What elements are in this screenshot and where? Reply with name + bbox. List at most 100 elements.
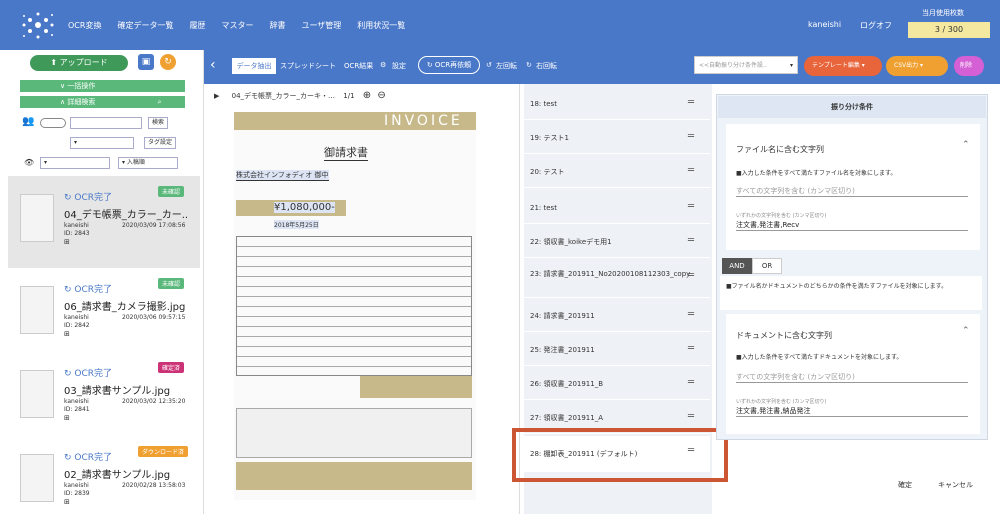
- document-rule-note: ■入力した条件をすべて満たすドキュメントを対象にします。: [736, 354, 903, 361]
- list-item[interactable]: 24: 請求書_201911: [524, 300, 710, 332]
- csv-export-label: CSV出力: [894, 62, 919, 69]
- drag-handle-icon[interactable]: ═: [688, 377, 694, 388]
- rule-panel-header: 振り分け条件: [718, 96, 986, 118]
- nav-history[interactable]: 履歴: [189, 20, 205, 31]
- nav-ocr-convert[interactable]: OCR変換: [68, 20, 101, 31]
- filter-toggle[interactable]: [40, 118, 66, 128]
- file-card[interactable]: ↻ OCR完了 未確認 04_デモ帳票_カラー_カー.. kaneishi 20…: [8, 176, 200, 268]
- drag-handle-icon[interactable]: ═: [688, 97, 694, 108]
- drag-handle-icon[interactable]: ═: [688, 131, 694, 142]
- andor-note: ■ファイル名かドキュメントのどちらかの条件を満たすファイルを対象にします。: [726, 283, 948, 290]
- doc-amount: ¥1,080,000-: [274, 202, 335, 213]
- drag-handle-icon[interactable]: ═: [688, 235, 694, 246]
- viewer-header: ▶ 04_デモ帳票_カラー_カーキ・… 1/1 ⊕ ⊖: [214, 88, 514, 104]
- logoff-link[interactable]: ログオフ: [860, 20, 892, 31]
- gear-icon[interactable]: ⚙: [380, 61, 386, 69]
- list-item[interactable]: 19: テスト1: [524, 122, 710, 154]
- nav-user-management[interactable]: ユーザ管理: [301, 20, 341, 31]
- detail-search-bar[interactable]: ∧ 詳細検索 ⌕: [20, 96, 185, 108]
- rule-select[interactable]: <<自動振り分け条件設.. ▾: [694, 56, 798, 74]
- zoom-out-icon[interactable]: ⊖: [377, 90, 385, 101]
- rotate-left-icon[interactable]: ↺: [486, 61, 492, 69]
- file-card[interactable]: ↻ OCR完了 未確認 06_請求書_カメラ撮影.jpg kaneishi 20…: [8, 268, 200, 360]
- logo-icon: [22, 12, 54, 39]
- nav-master[interactable]: マスター: [221, 20, 253, 31]
- play-icon[interactable]: ▶: [214, 92, 219, 100]
- ocr-retry-button[interactable]: ↻ OCR再依頼: [418, 56, 480, 74]
- cancel-button[interactable]: キャンセル: [938, 480, 973, 490]
- settings-label[interactable]: 設定: [392, 61, 406, 71]
- list-item[interactable]: 21: test: [524, 192, 710, 224]
- tab-spreadsheet[interactable]: スプレッドシート: [280, 61, 336, 71]
- file-date: 2020/03/09 17:08:56: [122, 222, 186, 229]
- drag-handle-icon[interactable]: ═: [688, 270, 694, 281]
- document-all-input[interactable]: すべての文字列を含む (カンマ区切り): [736, 372, 968, 383]
- filter-input[interactable]: [70, 117, 142, 129]
- or-toggle[interactable]: OR: [752, 258, 782, 274]
- ocr-status: ↻ OCR完了: [64, 193, 113, 203]
- nav-usage-list[interactable]: 利用状況一覧: [357, 20, 405, 31]
- sort-select[interactable]: ▾ 入稿順: [118, 157, 178, 169]
- tab-ocr-result[interactable]: OCR結果: [344, 61, 373, 71]
- refresh-icon[interactable]: ↻: [160, 54, 176, 70]
- template-edit-label: テンプレート編集: [812, 62, 860, 69]
- list-item[interactable]: 22: 領収書_koikeデモ用1: [524, 226, 710, 258]
- rotate-left-button[interactable]: 左回転: [496, 61, 517, 71]
- file-owner: kaneishi: [64, 222, 89, 229]
- document-any-input[interactable]: 注文書,発注書,納品発注: [736, 406, 968, 417]
- top-nav-bar: OCR変換 確定データ一覧 履歴 マスター 辞書 ユーザ管理 利用状況一覧 ka…: [0, 0, 1000, 50]
- detail-search-label: 詳細検索: [67, 98, 96, 106]
- drag-handle-icon[interactable]: ═: [688, 309, 694, 320]
- bulk-action-bar[interactable]: ∨ 一括操作: [20, 80, 185, 92]
- csv-export-button[interactable]: CSV出力 ▾: [886, 56, 948, 76]
- chevron-down-icon: ▾: [789, 62, 793, 69]
- user-name: kaneishi: [808, 20, 842, 29]
- file-owner: kaneishi: [64, 482, 89, 489]
- eye-icon[interactable]: 👁: [24, 158, 34, 167]
- filename-all-input[interactable]: すべての文字列を含む (カンマ区切り): [736, 186, 968, 197]
- copy-icon[interactable]: ▣: [138, 54, 154, 70]
- rotate-right-icon[interactable]: ↻: [526, 61, 532, 69]
- chevron-up-icon[interactable]: ⌃: [962, 326, 970, 336]
- viewer-filename: 04_デモ帳票_カラー_カーキ・…: [231, 92, 336, 100]
- file-name: 06_請求書_カメラ撮影.jpg: [64, 302, 186, 313]
- and-toggle[interactable]: AND: [722, 258, 752, 274]
- file-name: 03_請求書サンプル.jpg: [64, 386, 171, 397]
- list-item[interactable]: 18: test: [524, 88, 710, 120]
- rule-select-value: <<自動振り分け条件設..: [699, 62, 767, 69]
- filter-select[interactable]: ▾: [70, 137, 134, 149]
- drag-handle-icon[interactable]: ═: [688, 165, 694, 176]
- filename-any-input[interactable]: 注文書,発注書,Recv: [736, 220, 968, 231]
- confirm-button[interactable]: 確定: [898, 480, 912, 490]
- list-item[interactable]: 23: 請求書_201911_No20200108112303_copy: [524, 262, 710, 298]
- doc-title: 御請求書: [324, 146, 368, 161]
- rotate-right-button[interactable]: 右回転: [536, 61, 557, 71]
- back-icon[interactable]: ‹: [210, 57, 216, 73]
- nav-confirmed-data[interactable]: 確定データ一覧: [117, 20, 173, 31]
- drag-handle-icon[interactable]: ═: [688, 411, 694, 422]
- file-card[interactable]: ↻ OCR完了 確定済 03_請求書サンプル.jpg kaneishi 2020…: [8, 352, 200, 444]
- drag-handle-icon[interactable]: ═: [688, 343, 694, 354]
- file-date: 2020/03/02 12:35:20: [122, 398, 186, 405]
- list-item[interactable]: 26: 領収書_201911_B: [524, 368, 710, 400]
- list-item[interactable]: 25: 発注書_201911: [524, 334, 710, 366]
- doc-date: 2018年5月25日: [274, 220, 319, 229]
- file-card[interactable]: ↻ OCR完了 ダウンロード済 02_請求書サンプル.jpg kaneishi …: [8, 436, 200, 514]
- nav-dictionary[interactable]: 辞書: [269, 20, 285, 31]
- tag-settings-button[interactable]: タグ設定: [144, 137, 177, 149]
- view-select[interactable]: ▾: [40, 157, 110, 169]
- upload-label: アップロード: [59, 58, 108, 67]
- usage-label: 当月使用枚数: [922, 9, 964, 17]
- template-edit-button[interactable]: テンプレート編集 ▾: [804, 56, 882, 76]
- totals-box: [360, 376, 472, 398]
- search-button[interactable]: 検索: [148, 117, 169, 129]
- tab-data-extract[interactable]: データ抽出: [232, 58, 276, 74]
- line-items-table: [236, 236, 472, 376]
- list-item[interactable]: 20: テスト: [524, 156, 710, 188]
- upload-button[interactable]: ⬆ アップロード: [30, 55, 128, 71]
- zoom-in-icon[interactable]: ⊕: [363, 90, 371, 101]
- drag-handle-icon[interactable]: ═: [688, 201, 694, 212]
- chevron-up-icon[interactable]: ⌃: [962, 140, 970, 150]
- delete-button[interactable]: 削除: [954, 56, 984, 76]
- file-id: ID: 2841: [64, 406, 90, 413]
